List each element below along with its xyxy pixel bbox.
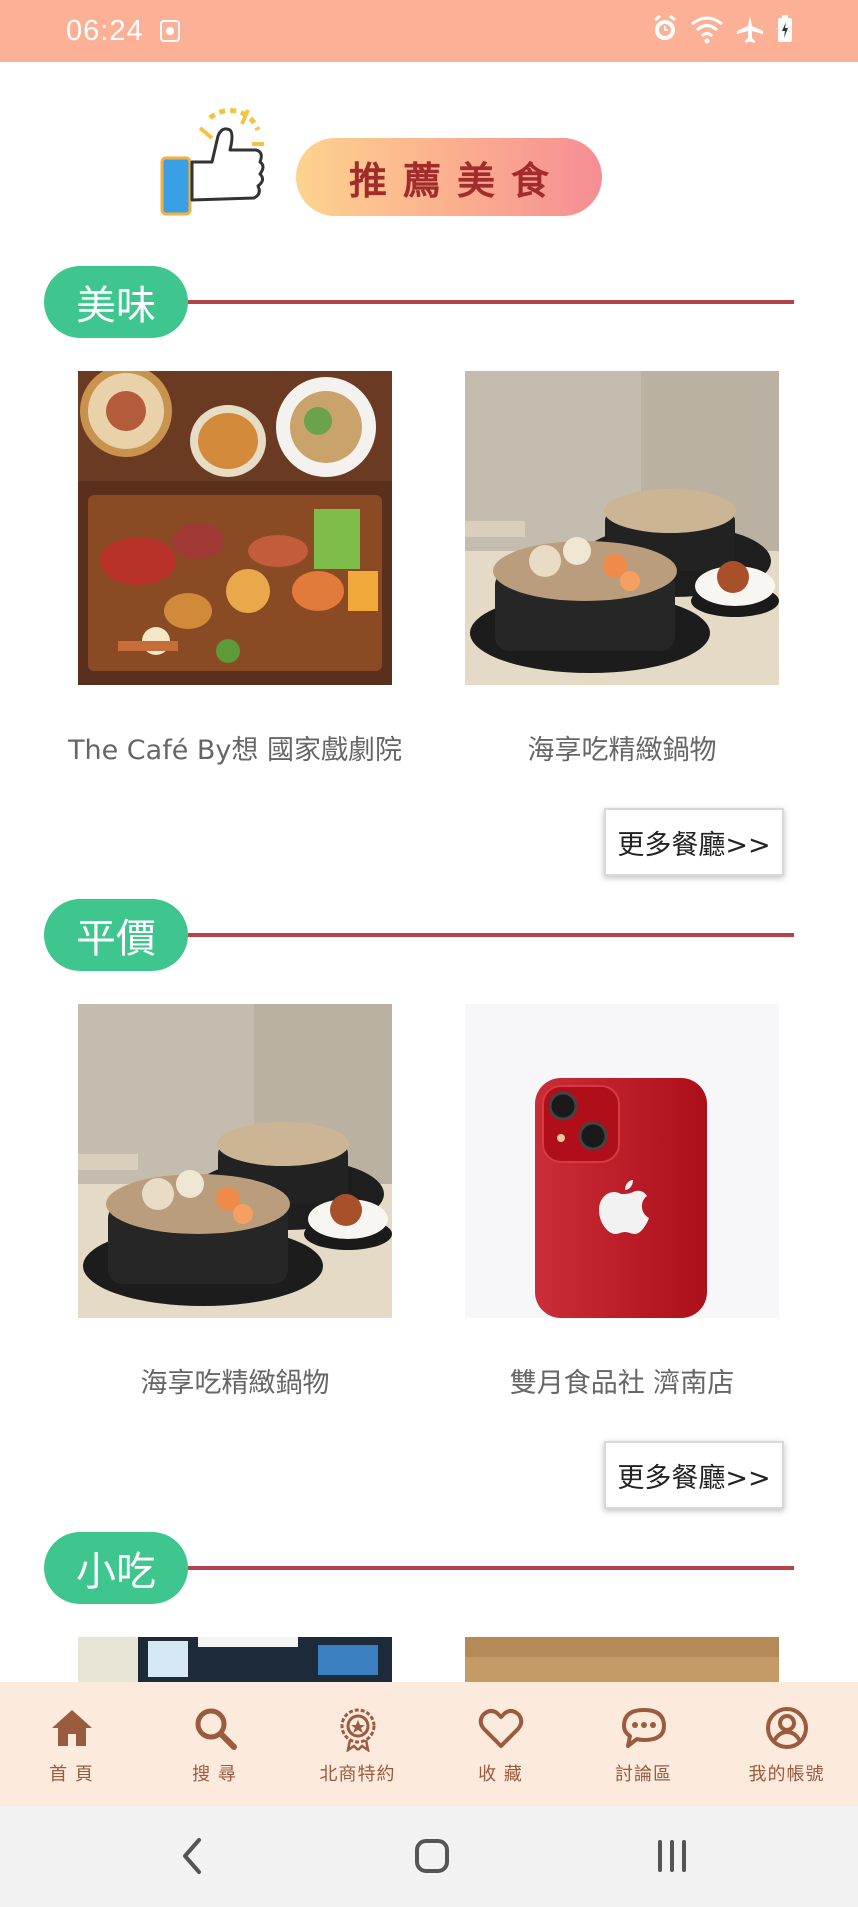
more-restaurants-button[interactable]: 更多餐廳>> [604, 808, 784, 876]
recents-icon [658, 1840, 686, 1872]
restaurant-card-image[interactable] [78, 1004, 392, 1318]
nav-label: 搜 尋 [192, 1764, 237, 1785]
nav-forum[interactable]: 討論區 [572, 1682, 715, 1806]
system-navigation-bar [0, 1806, 858, 1907]
nav-home[interactable]: 首 頁 [0, 1682, 143, 1806]
section-divider [188, 933, 794, 937]
section-divider [188, 300, 794, 304]
section-divider [188, 1566, 794, 1570]
nav-label: 收 藏 [478, 1764, 523, 1785]
food-photo [465, 1637, 779, 1682]
restaurant-card-image[interactable] [465, 371, 779, 685]
airplane-mode-icon [737, 16, 763, 43]
food-platter-photo [78, 371, 392, 685]
section-tag: 美味 [44, 266, 188, 338]
home-icon [51, 1710, 92, 1746]
battery-charging-icon [778, 15, 792, 42]
nav-label: 我的帳號 [748, 1764, 825, 1785]
recents-button[interactable] [642, 1830, 702, 1882]
red-phone-photo [465, 1004, 779, 1318]
section-affordable: 平價 海享吃精緻鍋物 雙月食品社 濟南店 更多餐廳>> [0, 899, 858, 1519]
nav-label: 北商特約 [319, 1764, 396, 1785]
restaurant-name[interactable]: 海享吃精緻鍋物 [412, 728, 832, 767]
banner-title: 推薦美食 [348, 157, 565, 203]
home-button-icon [415, 1839, 449, 1873]
nav-search[interactable]: 搜 尋 [143, 1682, 286, 1806]
section-tag: 小吃 [44, 1532, 188, 1604]
wifi-icon [691, 16, 723, 44]
notification-icon [159, 20, 180, 42]
hotpot-photo [465, 371, 779, 685]
badge-icon [340, 1708, 375, 1752]
section-delicious: 美味 The Café By想 國家戲劇院 海享吃精緻鍋物 更多餐廳>> [0, 266, 858, 886]
nav-account[interactable]: 我的帳號 [715, 1682, 858, 1806]
alarm-icon [654, 14, 676, 40]
banner-title-pill: 推薦美食 [296, 138, 602, 216]
nav-favorites[interactable]: 收 藏 [429, 1682, 572, 1806]
section-snacks: 小吃 [0, 1532, 858, 1682]
more-restaurants-button[interactable]: 更多餐廳>> [604, 1441, 784, 1509]
back-button[interactable] [162, 1830, 222, 1882]
nav-partner[interactable]: 北商特約 [286, 1682, 429, 1806]
status-bar: 06:24 [0, 0, 858, 62]
chat-icon [621, 1708, 666, 1748]
bottom-navigation: 首 頁 搜 尋 北商特約 收 藏 討論區 我的帳號 [0, 1682, 858, 1806]
restaurant-name[interactable]: The Café By想 國家戲劇院 [25, 728, 445, 767]
restaurant-card-image[interactable] [78, 1637, 392, 1682]
heart-icon [478, 1708, 523, 1748]
hotpot-photo [78, 1004, 392, 1318]
restaurant-name[interactable]: 雙月食品社 濟南店 [412, 1361, 832, 1400]
status-icons [652, 14, 794, 44]
status-time: 06:24 [66, 14, 144, 47]
restaurant-card-image[interactable] [465, 1637, 779, 1682]
home-button[interactable] [402, 1830, 462, 1882]
restaurant-name[interactable]: 海享吃精緻鍋物 [25, 1361, 445, 1400]
account-icon [765, 1707, 808, 1749]
restaurant-card-image[interactable] [78, 371, 392, 685]
restaurant-card-image[interactable] [465, 1004, 779, 1318]
nav-label: 首 頁 [49, 1764, 94, 1785]
nav-label: 討論區 [615, 1764, 672, 1785]
back-icon [183, 1838, 201, 1874]
section-tag: 平價 [44, 899, 188, 971]
thumbs-up-icon [160, 107, 265, 216]
search-icon [195, 1708, 237, 1750]
recommend-banner: 推薦美食 [160, 100, 610, 220]
storefront-photo [78, 1637, 392, 1682]
